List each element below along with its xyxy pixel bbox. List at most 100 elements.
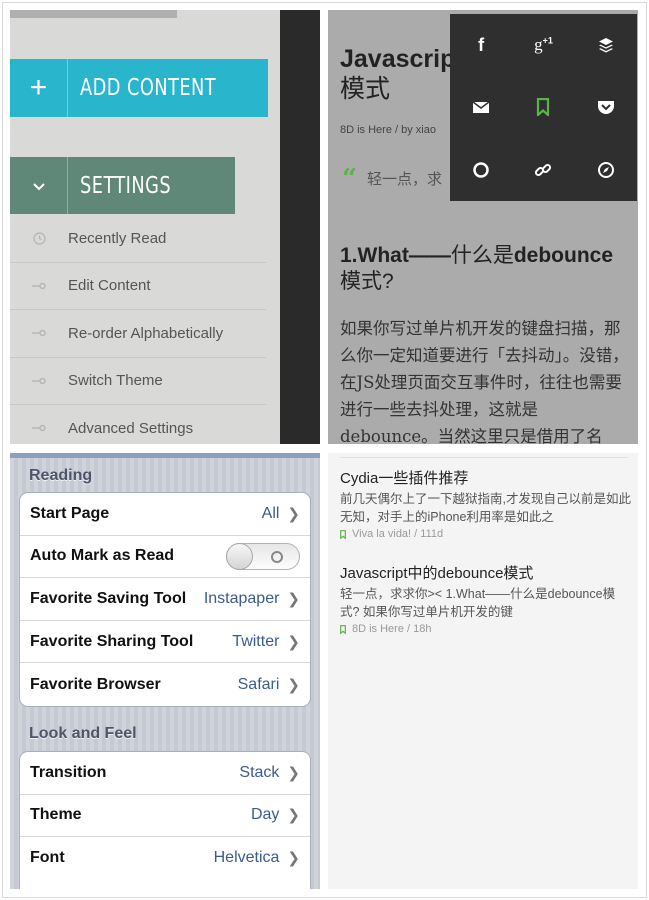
chevron-right-icon: ❯: [287, 850, 300, 868]
article-body: 如果你写过单片机开发的键盘扫描，那么你一定知道要进行「去抖动」。没错，在JS处理…: [340, 319, 629, 444]
article-panel: Javascript 模式 8D is Here / by xiao “ 轻一点…: [328, 10, 638, 444]
heading-part: 什么是: [450, 244, 514, 267]
section-header-look-and-feel: Look and Feel: [29, 725, 137, 742]
row-value: Twitter: [232, 632, 280, 650]
chevron-right-icon: ❯: [287, 633, 300, 651]
row-value: Instapaper: [203, 589, 280, 607]
row-start-page[interactable]: Start Page All ❯: [20, 493, 310, 536]
key-icon: [10, 377, 68, 385]
menu-item-advanced-settings[interactable]: Advanced Settings: [10, 405, 266, 444]
list-item-source: 8D is Here / 18h: [340, 623, 632, 635]
chevron-right-icon: ❯: [287, 590, 300, 608]
look-group: Transition Stack ❯ Theme Day ❯ Font Helv…: [19, 751, 311, 889]
buffer-icon[interactable]: [575, 14, 637, 76]
pocket-icon[interactable]: [575, 76, 637, 138]
row-favorite-saving-tool[interactable]: Favorite Saving Tool Instapaper ❯: [20, 578, 310, 621]
source-text: Viva la vida! / 111d: [352, 528, 444, 540]
auto-mark-toggle[interactable]: [226, 542, 300, 570]
row-value: Safari: [237, 675, 280, 693]
section-header-reading: Reading: [29, 467, 93, 484]
heading-part: 1.What——: [340, 244, 451, 267]
reading-list-panel: Cydia一些插件推荐 前几天偶尔上了一下越狱指南,才发现自己以前是如此无知，对…: [328, 453, 638, 889]
row-label: Favorite Saving Tool: [30, 589, 187, 607]
nav-bar-edge: [10, 453, 320, 458]
row-value: Stack: [239, 763, 280, 781]
ios-settings-panel: Reading Start Page All ❯ Auto Mark as Re…: [10, 453, 320, 889]
menu-item-edit-content[interactable]: Edit Content: [10, 263, 266, 310]
quote-mark-icon: “: [342, 163, 357, 194]
row-label: Auto Mark as Read: [30, 547, 175, 565]
row-value: All: [261, 504, 280, 522]
circle-icon[interactable]: [450, 139, 512, 201]
list-item-title: Cydia一些插件推荐: [340, 470, 469, 487]
menu-item-label: Recently Read: [68, 229, 167, 247]
menu-item-reorder[interactable]: Re-order Alphabetically: [10, 310, 266, 358]
key-icon: [10, 329, 68, 337]
chevron-right-icon: ❯: [287, 764, 300, 782]
content-edge: [280, 10, 320, 444]
bookmark-icon[interactable]: [512, 76, 574, 138]
share-grid: f g+1: [450, 14, 637, 201]
list-item-source: Viva la vida! / 111d: [340, 528, 632, 540]
menu-item-label: Edit Content: [68, 277, 151, 295]
facebook-icon[interactable]: f: [450, 14, 512, 76]
row-label: Favorite Browser: [30, 675, 161, 693]
row-favorite-browser[interactable]: Favorite Browser Safari ❯: [20, 663, 310, 706]
clock-icon: [10, 232, 68, 245]
row-label: Start Page: [30, 504, 110, 522]
row-label: Favorite Sharing Tool: [30, 632, 194, 650]
facebook-glyph: f: [478, 34, 485, 55]
toggle-off-icon: [271, 550, 283, 563]
list-item[interactable]: Javascript中的debounce模式 轻一点，求求你>< 1.What—…: [340, 564, 632, 635]
menu-item-label: Switch Theme: [68, 372, 163, 390]
row-label: Transition: [30, 763, 107, 781]
row-value: Helvetica: [213, 849, 280, 867]
key-icon: [10, 282, 68, 290]
chevron-right-icon: ❯: [287, 505, 300, 523]
chevron-right-icon: ❯: [287, 807, 300, 825]
list-item-title: Javascript中的debounce模式: [340, 565, 534, 582]
row-transition[interactable]: Transition Stack ❯: [20, 752, 310, 795]
key-icon: [10, 424, 68, 432]
add-content-button[interactable]: + ADD CONTENT: [10, 59, 268, 117]
row-value: Day: [250, 806, 280, 824]
menu-item-recently-read[interactable]: Recently Read: [10, 215, 266, 263]
compass-icon[interactable]: [575, 139, 637, 201]
row-auto-mark-as-read: Auto Mark as Read: [20, 536, 310, 579]
top-bar: [10, 10, 177, 18]
settings-button[interactable]: SETTINGS: [10, 157, 235, 214]
quote-text: 轻一点，求: [366, 171, 442, 188]
plus-icon: +: [10, 59, 68, 117]
google-plus-icon[interactable]: g+1: [512, 14, 574, 76]
google-plus-glyph: g+1: [534, 35, 553, 55]
email-icon[interactable]: [450, 76, 512, 138]
menu-item-label: Advanced Settings: [68, 419, 194, 437]
row-favorite-sharing-tool[interactable]: Favorite Sharing Tool Twitter ❯: [20, 621, 310, 664]
row-theme[interactable]: Theme Day ❯: [20, 795, 310, 838]
list-item-snippet: 前几天偶尔上了一下越狱指南,才发现自己以前是如此无知，对手上的iPhone利用率…: [340, 492, 631, 524]
divider: [340, 457, 628, 458]
sidebar-panel: + ADD CONTENT SETTINGS Recently Read Edi…: [10, 10, 320, 444]
chevron-right-icon: ❯: [287, 676, 300, 694]
row-label: Theme: [30, 806, 82, 824]
settings-menu: Recently Read Edit Content Re-order Alph…: [10, 215, 266, 444]
toggle-knob: [226, 542, 253, 570]
reading-group: Start Page All ❯ Auto Mark as Read Favor…: [19, 492, 311, 707]
heading-part: debounce: [513, 244, 614, 267]
menu-item-switch-theme[interactable]: Switch Theme: [10, 358, 266, 405]
add-content-label: ADD CONTENT: [80, 75, 217, 101]
heading-part: 模式?: [340, 270, 394, 293]
chevron-down-icon: [10, 157, 68, 214]
source-text: 8D is Here / 18h: [352, 623, 432, 635]
settings-label: SETTINGS: [80, 172, 172, 199]
link-icon[interactable]: [512, 139, 574, 201]
bookmark-icon: [340, 529, 346, 539]
menu-item-label: Re-order Alphabetically: [68, 324, 224, 342]
article-meta: 8D is Here / by xiao: [340, 124, 436, 136]
list-item[interactable]: Cydia一些插件推荐 前几天偶尔上了一下越狱指南,才发现自己以前是如此无知，对…: [340, 469, 632, 540]
list-item-snippet: 轻一点，求求你>< 1.What——什么是debounce模式? 如果你写过单片…: [340, 587, 616, 619]
bookmark-icon: [340, 624, 346, 634]
article-heading: 1.What——什么是debounce 模式?: [340, 243, 635, 295]
row-font[interactable]: Font Helvetica ❯: [20, 837, 310, 880]
article-quote: “ 轻一点，求: [342, 163, 442, 194]
